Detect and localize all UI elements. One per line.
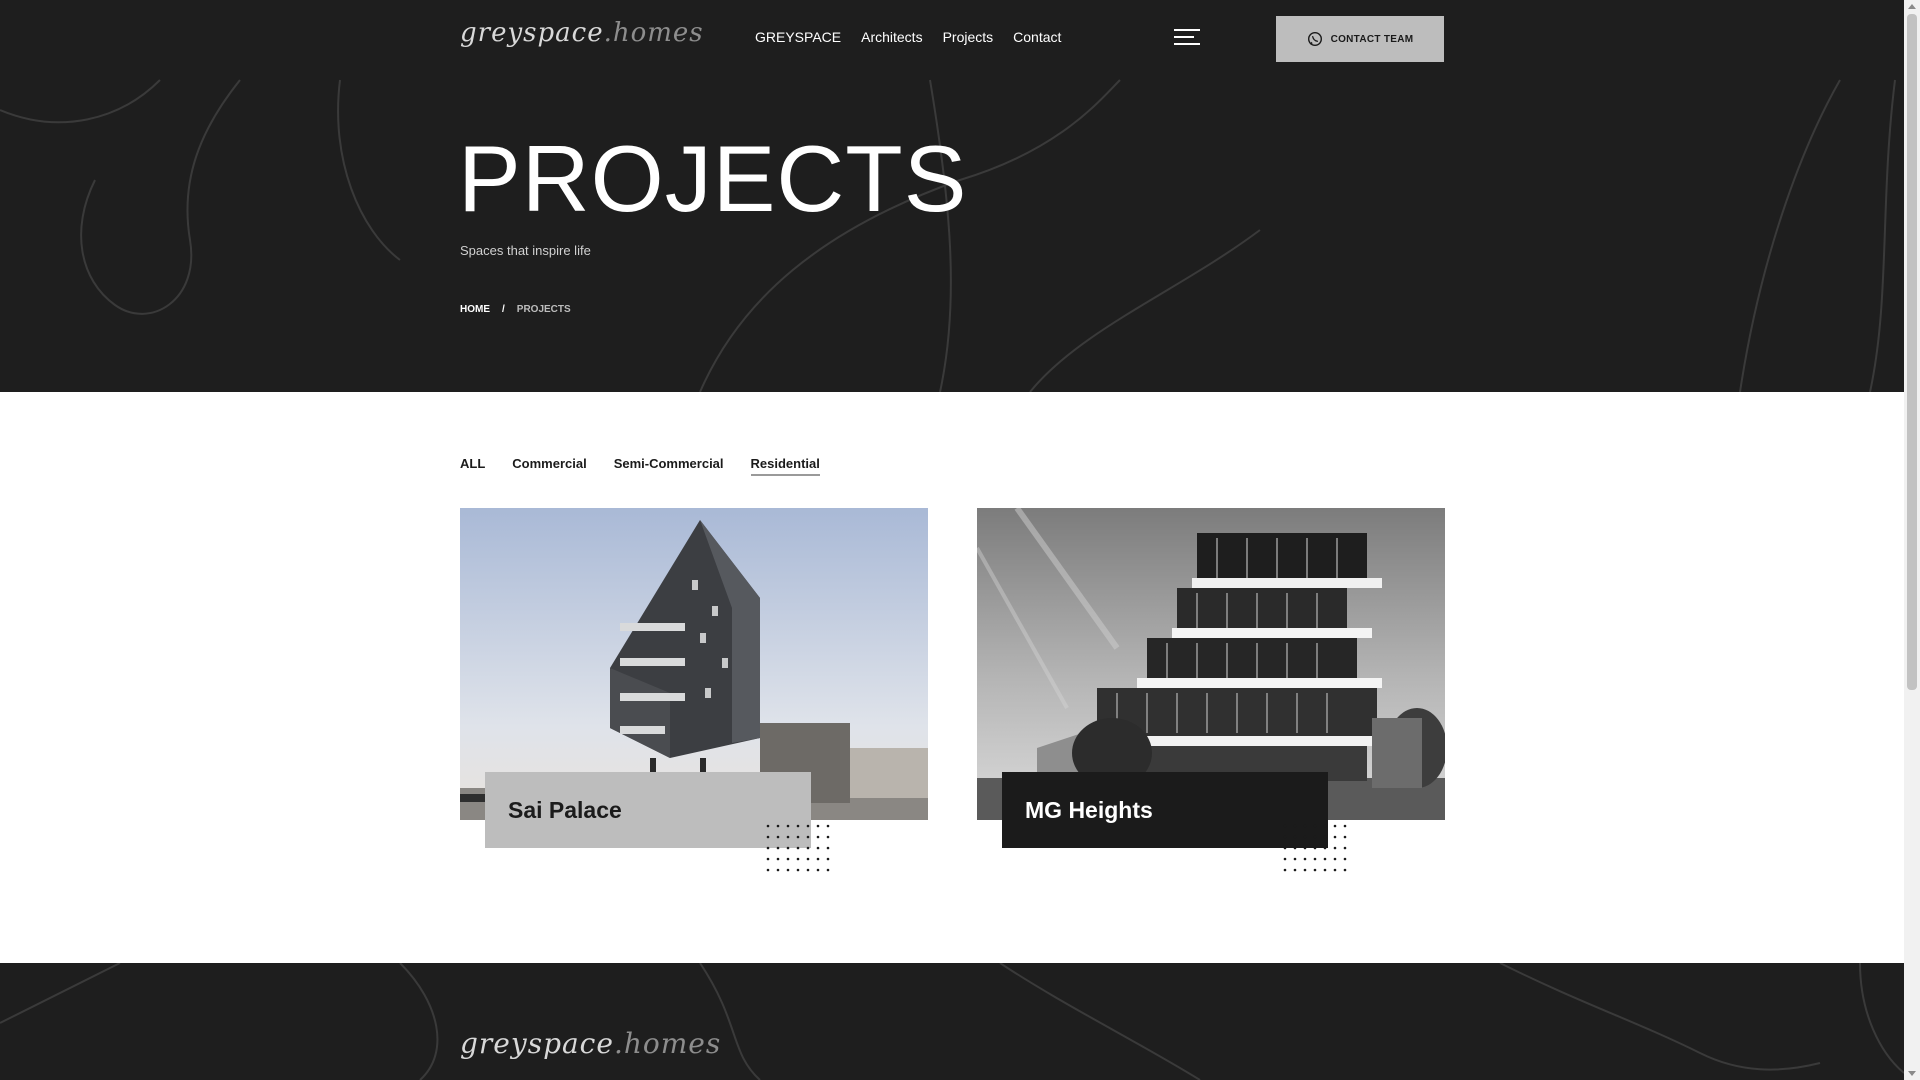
nav-link-contact[interactable]: Contact (1013, 29, 1061, 45)
project-filters: ALL Commercial Semi-Commercial Residenti… (460, 456, 820, 476)
breadcrumb-separator: / (502, 304, 505, 315)
filter-semi-commercial[interactable]: Semi-Commercial (614, 456, 724, 476)
scrollbar[interactable] (1904, 0, 1920, 1080)
contact-team-label: CONTACT TEAM (1330, 33, 1414, 45)
project-title: Sai Palace (508, 796, 622, 823)
breadcrumb-home[interactable]: HOME (460, 304, 490, 315)
filter-residential[interactable]: Residential (750, 456, 820, 476)
project-title: MG Heights (1025, 796, 1153, 823)
logo-primary: greyspace (460, 1027, 614, 1060)
scrollbar-thumb[interactable] (1907, 14, 1917, 690)
breadcrumb-current: PROJECTS (516, 304, 571, 315)
project-card[interactable]: MG Heights (977, 508, 1445, 872)
dot-pattern (766, 824, 830, 872)
logo-primary: greyspace (460, 18, 604, 48)
contour-background (0, 963, 1904, 1080)
logo[interactable]: greyspace.homes (460, 18, 704, 48)
footer: greyspace.homes (0, 963, 1904, 1080)
hamburger-icon[interactable] (1174, 29, 1200, 47)
logo-secondary: .homes (603, 18, 704, 48)
nav-link-greyspace[interactable]: GREYSPACE (755, 29, 841, 45)
page: greyspace.homes GREYSPACE Architects Pro… (0, 0, 1904, 1080)
breadcrumb: HOME / PROJECTS (460, 304, 571, 315)
project-card[interactable]: Sai Palace (460, 508, 928, 872)
page-subtitle: Spaces that inspire life (460, 243, 591, 258)
logo-secondary: .homes (613, 1027, 722, 1060)
nav-link-projects[interactable]: Projects (943, 29, 994, 45)
scroll-down-arrow-icon[interactable] (1908, 1071, 1916, 1076)
project-title-label[interactable]: Sai Palace (485, 772, 811, 848)
whatsapp-icon (1307, 31, 1322, 47)
project-title-label[interactable]: MG Heights (1002, 772, 1328, 848)
footer-logo[interactable]: greyspace.homes (460, 1027, 721, 1060)
filter-commercial[interactable]: Commercial (512, 456, 586, 476)
hero-section: greyspace.homes GREYSPACE Architects Pro… (0, 0, 1904, 392)
page-title: PROJECTS (458, 126, 968, 231)
nav-link-architects[interactable]: Architects (861, 29, 922, 45)
contact-team-button[interactable]: CONTACT TEAM (1276, 16, 1444, 62)
dot-pattern (1283, 824, 1347, 872)
filter-all[interactable]: ALL (460, 456, 485, 476)
main-nav: GREYSPACE Architects Projects Contact (755, 29, 1061, 45)
scroll-up-arrow-icon[interactable] (1908, 4, 1916, 9)
